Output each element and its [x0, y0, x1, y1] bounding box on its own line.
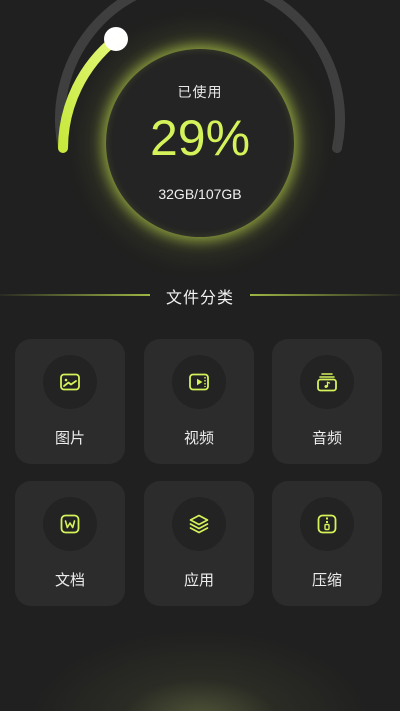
document-icon — [60, 514, 80, 534]
layers-icon-bg — [172, 497, 226, 551]
section-title: 文件分类 — [165, 288, 234, 307]
category-label: 音频 — [311, 429, 342, 447]
section-header: 文件分类 — [0, 282, 400, 308]
category-label: 图片 — [54, 429, 85, 447]
category-tile-documents[interactable]: 文档 — [15, 481, 125, 606]
used-percent: 29% — [149, 110, 251, 166]
image-icon — [60, 373, 80, 391]
file-manager-screen: 已使用 29% 32GB/107GB 文件分类 图片 视频 音频 文档 应用 压… — [0, 0, 400, 711]
bottom-glow — [0, 600, 400, 711]
category-label: 视频 — [183, 429, 214, 447]
image-icon-bg — [43, 355, 97, 409]
layers-icon — [189, 514, 209, 534]
category-tile-video[interactable]: 视频 — [144, 339, 254, 464]
category-label: 压缩 — [311, 571, 342, 589]
category-tile-audio[interactable]: 音频 — [272, 339, 382, 464]
category-tile-archives[interactable]: 压缩 — [272, 481, 382, 606]
document-icon-bg — [43, 497, 97, 551]
audio-icon — [317, 373, 337, 392]
audio-icon-bg — [300, 355, 354, 409]
used-label: 已使用 — [177, 85, 223, 101]
zip-icon — [317, 514, 337, 534]
divider-right — [250, 294, 400, 296]
zip-icon-bg — [300, 497, 354, 551]
storage-gauge: 已使用 29% 32GB/107GB — [0, 0, 400, 270]
used-amount: 32GB/107GB — [158, 186, 242, 202]
category-label: 应用 — [183, 571, 214, 589]
category-tile-apps[interactable]: 应用 — [144, 481, 254, 606]
category-tile-images[interactable]: 图片 — [15, 339, 125, 464]
divider-left — [0, 294, 150, 296]
category-label: 文档 — [54, 571, 85, 589]
gauge-knob — [104, 27, 128, 51]
video-icon-bg — [172, 355, 226, 409]
video-icon — [189, 373, 209, 391]
